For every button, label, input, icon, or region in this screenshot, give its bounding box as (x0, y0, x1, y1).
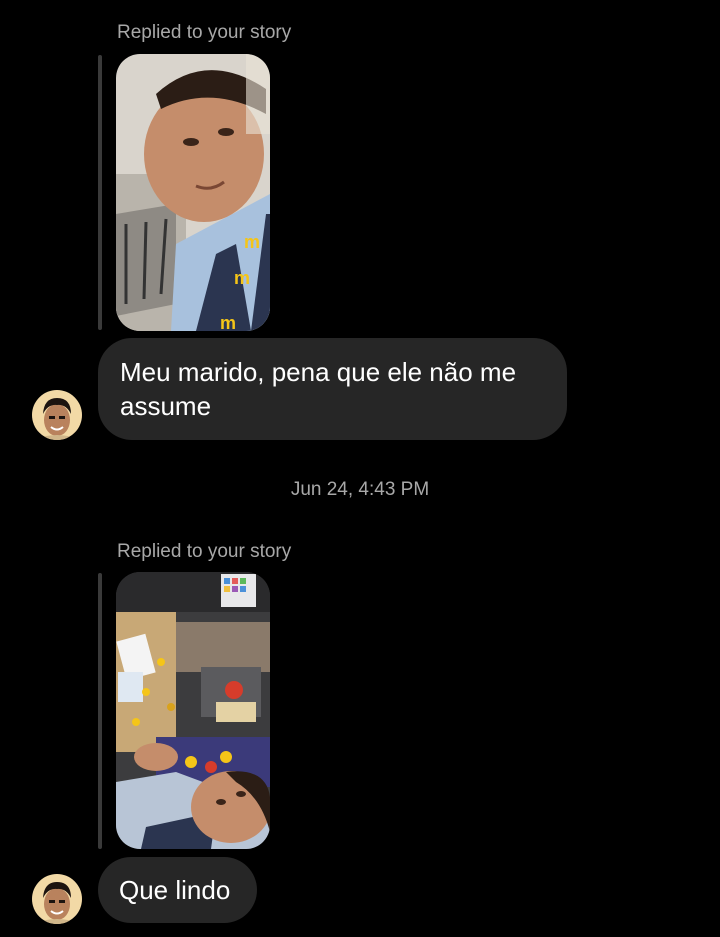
story-photo-rotated-selfie (116, 572, 270, 849)
message-bubble[interactable]: Que lindo (98, 857, 257, 923)
svg-text:m: m (220, 313, 236, 331)
story-reply-thumbnail[interactable] (116, 572, 270, 849)
story-reply-thumbnail[interactable]: m m m (116, 54, 270, 331)
reply-indicator-line (98, 573, 102, 849)
reply-context-label: Replied to your story (117, 22, 292, 43)
profile-photo (32, 874, 82, 924)
svg-text:m: m (244, 232, 260, 252)
profile-photo (32, 390, 82, 440)
avatar[interactable] (32, 874, 82, 924)
conversation-timestamp: Jun 24, 4:43 PM (290, 479, 430, 500)
avatar[interactable] (32, 390, 82, 440)
story-photo-selfie: m m m (116, 54, 270, 331)
svg-text:m: m (234, 268, 250, 288)
reply-indicator-line (98, 55, 102, 330)
message-bubble[interactable]: Meu marido, pena que ele não me assume (98, 338, 567, 440)
reply-context-label: Replied to your story (117, 541, 292, 562)
